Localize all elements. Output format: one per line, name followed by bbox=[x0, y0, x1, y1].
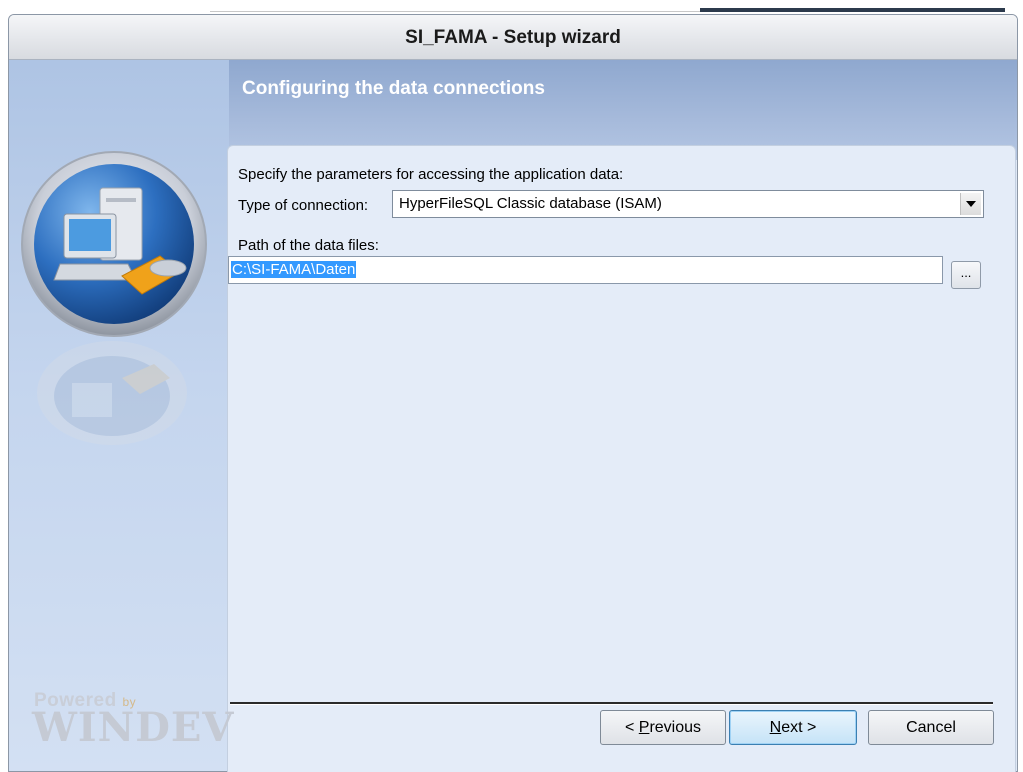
logo-product-name: WINDEV bbox=[32, 704, 235, 751]
intro-text: Specify the parameters for accessing the… bbox=[238, 166, 624, 183]
data-path-input[interactable]: C:\SI-FAMA\Daten bbox=[228, 256, 943, 284]
next-button[interactable]: Next > bbox=[729, 710, 857, 745]
previous-button[interactable]: < Previous bbox=[600, 710, 726, 745]
connection-type-dropdown[interactable]: HyperFileSQL Classic database (ISAM) bbox=[392, 190, 984, 218]
previous-prefix: < bbox=[624, 719, 639, 736]
background-strip bbox=[0, 0, 1023, 14]
computer-disc-reflection-icon bbox=[37, 341, 187, 445]
previous-mnemonic: P bbox=[638, 719, 650, 736]
connection-type-label: Type of connection: bbox=[238, 197, 369, 214]
computer-disc-icon bbox=[21, 151, 207, 337]
browse-button[interactable]: ... bbox=[951, 261, 981, 289]
background-window-edge bbox=[700, 8, 1005, 12]
page-title: Configuring the data connections bbox=[242, 78, 545, 99]
next-rest: ext > bbox=[781, 719, 817, 736]
footer-separator bbox=[230, 702, 993, 705]
cancel-button[interactable]: Cancel bbox=[868, 710, 994, 745]
window-title[interactable]: SI_FAMA - Setup wizard bbox=[9, 15, 1017, 60]
connection-type-value: HyperFileSQL Classic database (ISAM) bbox=[399, 195, 662, 212]
previous-rest: revious bbox=[649, 719, 702, 736]
next-mnemonic: N bbox=[769, 719, 782, 736]
path-label: Path of the data files: bbox=[238, 237, 379, 254]
data-path-value: C:\SI-FAMA\Daten bbox=[231, 261, 357, 278]
background-line bbox=[210, 11, 700, 12]
chevron-down-icon[interactable] bbox=[960, 193, 981, 215]
